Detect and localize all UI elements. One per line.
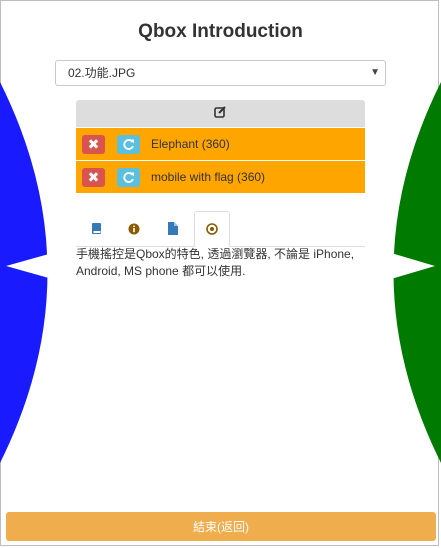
reload-button[interactable]	[117, 167, 140, 187]
item-panel: ✖ Elephant (360) ✖ mobile with flag (360…	[76, 100, 365, 193]
panel-header	[76, 100, 365, 127]
list-item: ✖ mobile with flag (360)	[76, 160, 365, 193]
edit-icon[interactable]	[214, 105, 227, 123]
tab-info[interactable]	[116, 211, 152, 246]
file-select[interactable]: 02.功能.JPG ▼	[55, 60, 386, 86]
close-icon: ✖	[87, 135, 100, 152]
delete-button[interactable]: ✖	[82, 134, 105, 154]
reload-button[interactable]	[117, 134, 140, 154]
list-item-label[interactable]: mobile with flag (360)	[151, 170, 265, 184]
tab-bar	[76, 211, 365, 247]
previous-button[interactable]	[0, 82, 70, 463]
page-title: Qbox Introduction	[138, 21, 303, 42]
next-button[interactable]	[371, 82, 441, 463]
end-return-button[interactable]: 結束(返回)	[6, 512, 436, 541]
chevron-down-icon: ▼	[370, 67, 380, 78]
file-select-value: 02.功能.JPG	[68, 66, 136, 80]
list-item-label[interactable]: Elephant (360)	[151, 137, 230, 151]
list-item: ✖ Elephant (360)	[76, 127, 365, 160]
description-text: 手機搖控是Qbox的特色, 透過瀏覽器, 不論是 iPhone, Android…	[76, 247, 355, 278]
book-icon	[91, 223, 101, 234]
refresh-icon	[123, 138, 134, 150]
refresh-icon	[123, 171, 134, 183]
close-icon: ✖	[87, 168, 100, 185]
info-circle-icon	[128, 223, 140, 234]
tab-book[interactable]	[78, 211, 114, 246]
target-circle-icon	[206, 223, 218, 235]
delete-button[interactable]: ✖	[82, 167, 105, 187]
file-icon	[168, 222, 178, 235]
tab-file[interactable]	[155, 211, 191, 246]
tab-target[interactable]	[194, 211, 230, 247]
